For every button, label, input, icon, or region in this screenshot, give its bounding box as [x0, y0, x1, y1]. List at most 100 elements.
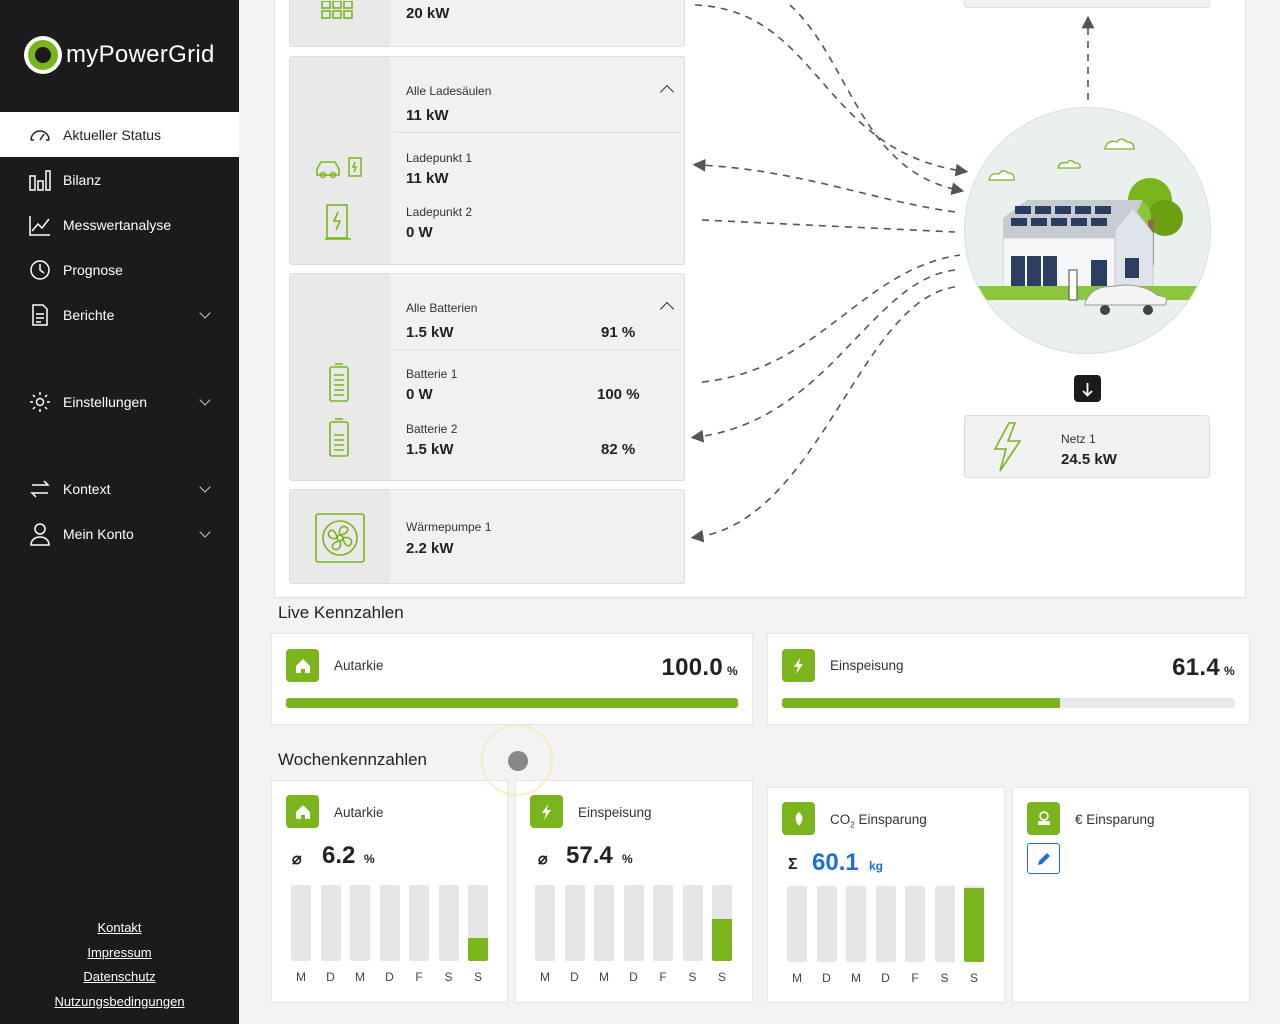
- day-label: S: [688, 970, 697, 984]
- battery-2-pct: 82 %: [601, 441, 636, 458]
- day-bar-fill: [468, 938, 488, 961]
- pencil-icon: [1037, 852, 1050, 865]
- grid-meter-icon: [1074, 375, 1101, 402]
- grid-name: Netz 1: [1061, 432, 1096, 446]
- heatpump-card[interactable]: Wärmepumpe 1 2.2 kW: [289, 489, 685, 584]
- day-label: S: [444, 970, 453, 984]
- weekly-autarkie-value: 6.2: [322, 842, 356, 869]
- weekly-euro-card: € Einsparung: [1012, 787, 1250, 1003]
- weekly-einspeisung-label: Einspeisung: [578, 805, 652, 820]
- day-bar: [875, 886, 896, 962]
- day-bar: [320, 885, 341, 961]
- live-title: Live Kennzahlen: [278, 603, 404, 622]
- charger-2-value: 0 W: [406, 224, 433, 241]
- day-label: D: [629, 970, 638, 984]
- day-label: M: [540, 970, 550, 984]
- weekly-euro-label: € Einsparung: [1075, 812, 1155, 827]
- day-label: M: [355, 970, 365, 984]
- weekly-autarkie-card: Autarkie ⌀ 6.2 % M D M D F S S: [271, 780, 508, 1003]
- chargers-title: Alle Ladesäulen: [406, 84, 492, 98]
- day-bar: [623, 885, 644, 961]
- day-bar: [934, 886, 955, 962]
- lightning-icon: [782, 649, 815, 682]
- house-illustration: [964, 107, 1211, 354]
- day-bar: [787, 886, 807, 962]
- grid-card[interactable]: Netz 1 24.5 kW: [964, 415, 1210, 478]
- day-bar: [964, 886, 984, 962]
- day-label: M: [296, 970, 306, 984]
- live-autarkie-bar: [286, 698, 738, 708]
- day-label: S: [969, 971, 978, 985]
- batteries-card: Alle Batterien 1.5 kW 91 % Batterie 1 0 …: [289, 273, 685, 481]
- heatpump-name: Wärmepumpe 1: [406, 520, 492, 534]
- weekly-co2-unit: kg: [869, 859, 884, 873]
- average-icon: ⌀: [538, 851, 548, 868]
- weekly-autarkie-label: Autarkie: [334, 805, 384, 820]
- day-bar: [816, 886, 837, 962]
- live-einspeisung-bar-fill: [782, 698, 1061, 708]
- fan-icon: [315, 513, 365, 563]
- weekly-einspeisung-unit: %: [622, 852, 633, 866]
- day-label: D: [326, 970, 335, 984]
- day-bar: [379, 885, 400, 961]
- live-einspeisung-value: 61.4%: [1172, 654, 1235, 681]
- live-autarkie-value: 100.0%: [661, 654, 738, 681]
- grid-value: 24.5 kW: [1061, 451, 1117, 468]
- day-bar: [653, 885, 673, 961]
- day-bar: [564, 885, 585, 961]
- battery-2-name: Batterie 2: [406, 422, 458, 436]
- live-autarkie-card: Autarkie 100.0%: [271, 633, 753, 725]
- house-picture: [975, 138, 1200, 315]
- day-bar: [468, 885, 488, 961]
- leaf-icon: [782, 802, 815, 835]
- batteries-total: 1.5 kW: [406, 324, 454, 341]
- day-bar: [905, 886, 925, 962]
- sum-icon: Σ: [788, 856, 798, 873]
- ev-charger-icon: [316, 157, 362, 179]
- day-label: M: [599, 970, 609, 984]
- battery-1-value: 0 W: [406, 386, 433, 403]
- collapse-batteries-icon[interactable]: [659, 301, 675, 317]
- weekly-co2-label: CO2 Einsparung: [830, 812, 927, 830]
- day-label: D: [385, 970, 394, 984]
- live-einspeisung-bar: [782, 698, 1235, 708]
- home-icon: [286, 795, 319, 828]
- weekly-title: Wochenkennzahlen: [278, 750, 428, 769]
- lightning-icon: [530, 795, 563, 828]
- live-einspeisung-card: Einspeisung 61.4%: [767, 633, 1250, 725]
- day-bar: [409, 885, 429, 961]
- chargers-card: Alle Ladesäulen 11 kW Ladepunkt 1 11 kW …: [289, 56, 685, 265]
- live-einspeisung-label: Einspeisung: [830, 658, 904, 673]
- weekly-co2-value: 60.1: [812, 849, 859, 876]
- day-bar-fill: [964, 888, 984, 962]
- battery-1-pct: 100 %: [597, 386, 640, 403]
- battery-icon: [329, 418, 349, 457]
- charger-1-value: 11 kW: [406, 170, 449, 187]
- live-autarkie-label: Autarkie: [334, 658, 384, 673]
- weekly-einspeisung-value: 57.4: [566, 842, 613, 869]
- edit-button[interactable]: [1027, 843, 1060, 874]
- collapse-chargers-icon[interactable]: [659, 84, 675, 100]
- top-right-card: [964, 0, 1210, 8]
- charger-2-name: Ladepunkt 2: [406, 205, 473, 219]
- cursor-indicator: [481, 724, 553, 796]
- day-bar-fill: [712, 919, 732, 961]
- heatpump-value: 2.2 kW: [406, 540, 454, 557]
- batteries-title: Alle Batterien: [406, 301, 478, 315]
- money-icon: [1027, 802, 1060, 835]
- day-label: M: [792, 971, 802, 985]
- day-bar: [291, 885, 311, 961]
- pv-card[interactable]: 20 kW: [289, 0, 685, 47]
- battery-1-name: Batterie 1: [406, 367, 458, 381]
- day-bar: [712, 885, 732, 961]
- home-icon: [286, 649, 319, 682]
- pv-value: 20 kW: [406, 5, 450, 22]
- batteries-total-pct: 91 %: [601, 324, 636, 341]
- live-autarkie-bar-fill: [286, 698, 738, 708]
- battery-icon: [329, 363, 349, 402]
- battery-2-value: 1.5 kW: [406, 441, 454, 458]
- day-bar: [594, 885, 614, 961]
- charging-station-icon: [325, 204, 351, 240]
- day-label: D: [881, 971, 890, 985]
- day-label: F: [911, 971, 919, 985]
